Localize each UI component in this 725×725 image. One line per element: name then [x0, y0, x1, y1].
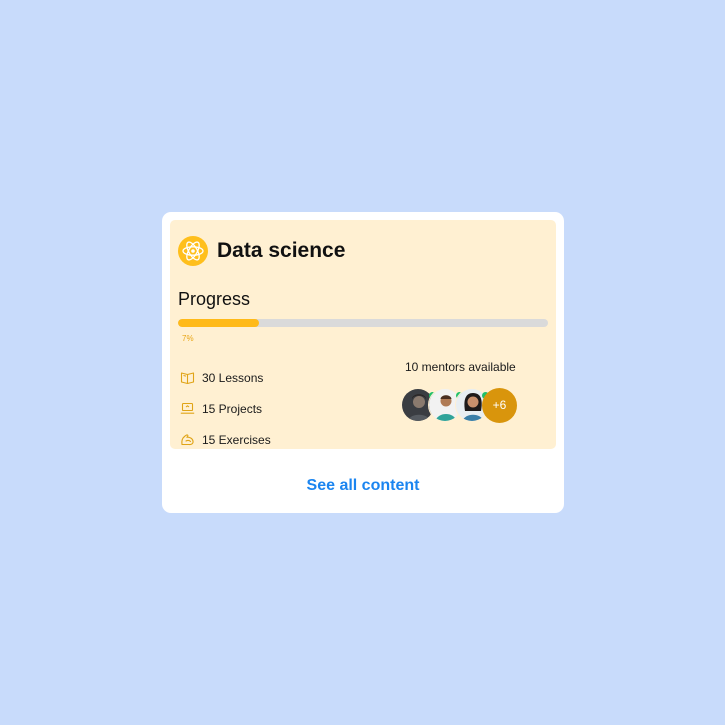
progress-bar: [178, 319, 548, 327]
stat-exercises-label: 15 Exercises: [202, 433, 271, 447]
see-all-content-link[interactable]: See all content: [162, 476, 564, 496]
course-summary-panel: Data science Progress 7% 30 Lessons 15 P…: [170, 220, 556, 449]
laptop-icon: [180, 401, 195, 416]
stat-lessons-label: 30 Lessons: [202, 371, 264, 385]
progress-label: Progress: [178, 289, 251, 309]
course-card: Data science Progress 7% 30 Lessons 15 P…: [162, 212, 564, 513]
stat-projects-label: 15 Projects: [202, 402, 263, 416]
muscle-icon: [180, 432, 195, 447]
atom-icon: [178, 236, 208, 266]
more-mentors-badge[interactable]: +6: [482, 388, 517, 423]
progress-bar-fill: [178, 319, 260, 327]
progress-value: 7%: [182, 334, 194, 343]
course-title: Data science: [217, 239, 346, 262]
mentors-available-label: 10 mentors available: [405, 360, 516, 374]
book-icon: [180, 370, 195, 385]
